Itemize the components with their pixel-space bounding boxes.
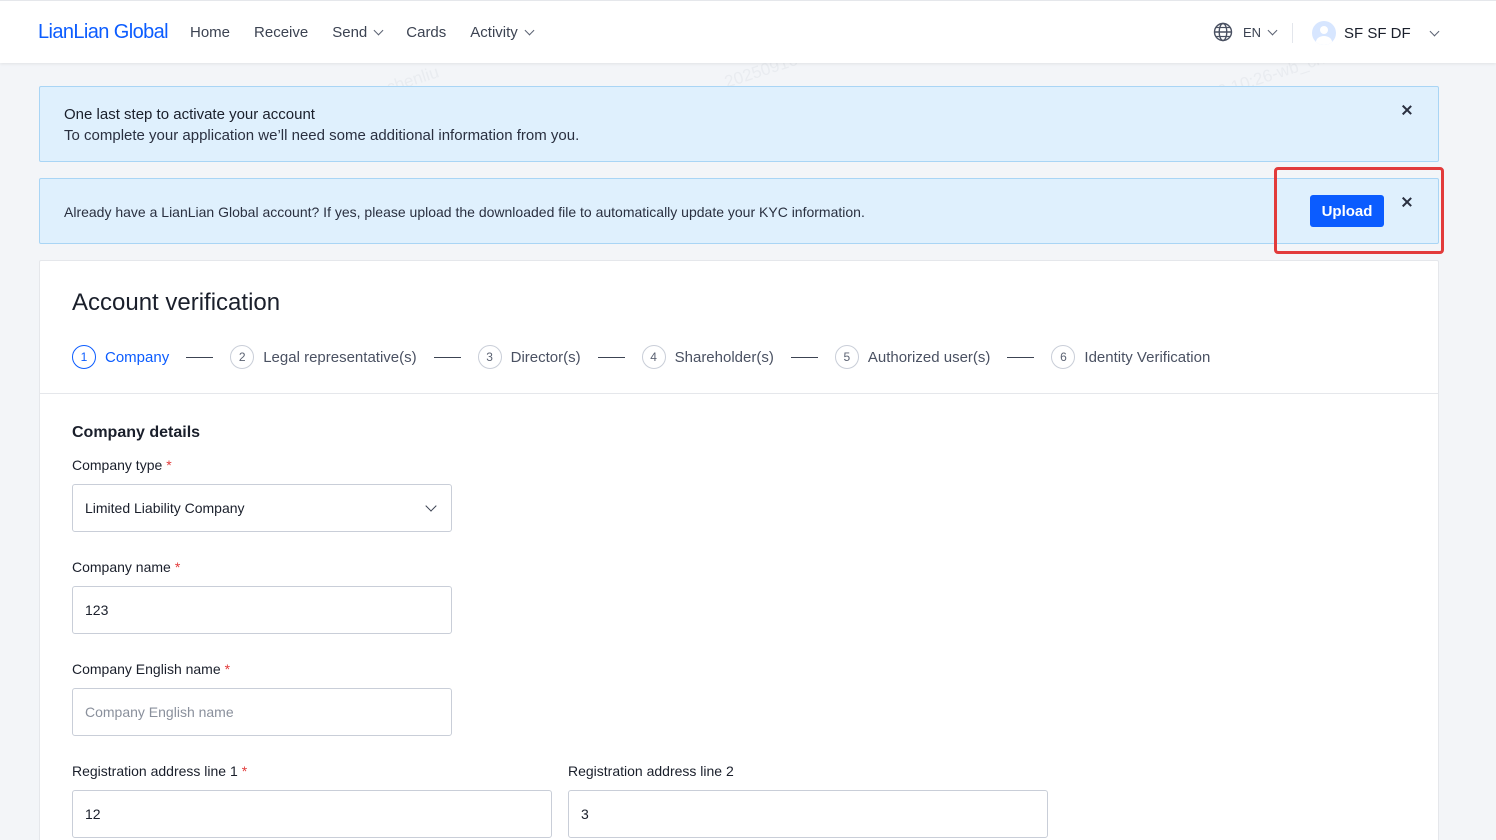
required-mark: *	[166, 457, 172, 473]
step-connector	[433, 356, 461, 358]
chevron-down-icon	[425, 500, 437, 512]
step-connector	[186, 356, 214, 358]
nav-receive-label: Receive	[254, 24, 309, 41]
address-line-2-label-text: Registration address line 2	[568, 763, 734, 779]
address-line-2-value: 3	[581, 806, 589, 822]
step-label: Authorized user(s)	[867, 348, 991, 366]
company-english-name-label: Company English name *	[72, 661, 230, 677]
step-authorized-users[interactable]: 5 Authorized user(s)	[834, 345, 991, 369]
company-type-label: Company type *	[72, 457, 172, 473]
step-number: 4	[641, 345, 666, 369]
step-number: 2	[230, 345, 255, 369]
company-name-label-text: Company name	[72, 559, 171, 575]
globe-icon	[1213, 22, 1233, 42]
step-company[interactable]: 1 Company	[72, 345, 169, 369]
highlight-annotation	[1274, 167, 1444, 254]
kyc-upload-banner: Already have a LianLian Global account? …	[39, 178, 1439, 244]
step-number: 3	[477, 345, 502, 369]
chevron-down-icon	[1429, 26, 1440, 36]
company-english-name-placeholder: Company English name	[85, 704, 234, 720]
address-line-1-input[interactable]: 12	[72, 790, 552, 838]
company-english-name-input[interactable]: Company English name	[72, 688, 452, 736]
nav-activity-label: Activity	[470, 24, 518, 41]
step-connector	[1007, 356, 1035, 358]
address-line-1-value: 12	[85, 806, 101, 822]
step-label: Company	[105, 348, 170, 366]
step-connector	[790, 356, 818, 358]
nav-receive[interactable]: Receive	[254, 24, 308, 41]
required-mark: *	[241, 763, 248, 779]
nav-home-label: Home	[190, 24, 231, 41]
language-selector[interactable]: EN	[1213, 22, 1278, 42]
step-connector	[597, 356, 625, 358]
chevron-down-icon	[1267, 25, 1278, 35]
required-mark: *	[174, 559, 181, 575]
avatar	[1312, 21, 1336, 45]
company-type-select[interactable]: Limited Liability Company	[72, 484, 452, 532]
step-number: 5	[834, 345, 859, 369]
nav-home[interactable]: Home	[190, 24, 230, 41]
main-nav: Home Receive Send Cards Activity	[190, 1, 557, 64]
step-number: 6	[1051, 345, 1076, 369]
nav-send[interactable]: Send	[332, 24, 384, 41]
step-identity-verification[interactable]: 6 Identity Verification	[1051, 345, 1210, 369]
nav-cards[interactable]: Cards	[406, 24, 446, 41]
step-legal-representatives[interactable]: 2 Legal representative(s)	[230, 345, 417, 369]
user-name: SF SF DF	[1344, 24, 1411, 42]
step-label: Shareholder(s)	[674, 348, 774, 366]
top-navigation-bar: LianLian Global Home Receive Send Cards …	[0, 0, 1496, 63]
header-divider	[1292, 23, 1293, 43]
company-name-label: Company name *	[72, 559, 180, 575]
address-line-1-label-text: Registration address line 1	[72, 763, 238, 779]
verification-stepper: 1 Company 2 Legal representative(s) 3 Di…	[72, 345, 1210, 369]
step-number: 1	[72, 345, 96, 369]
page-title: Account verification	[72, 289, 281, 316]
company-type-value: Limited Liability Company	[85, 500, 245, 516]
company-english-name-label-text: Company English name	[72, 661, 221, 677]
section-title-company-details: Company details	[72, 424, 201, 441]
divider	[40, 393, 1438, 394]
required-mark: *	[224, 661, 231, 677]
address-line-1-label: Registration address line 1 *	[72, 763, 247, 779]
company-name-value: 123	[85, 602, 109, 618]
nav-activity[interactable]: Activity	[470, 24, 535, 41]
address-line-2-label: Registration address line 2	[568, 763, 734, 779]
activation-banner-title: One last step to activate your account	[64, 106, 315, 123]
step-shareholders[interactable]: 4 Shareholder(s)	[641, 345, 774, 369]
lianlian-logo[interactable]: LianLian Global	[38, 21, 169, 44]
company-name-input[interactable]: 123	[72, 586, 452, 634]
kyc-upload-banner-text: Already have a LianLian Global account? …	[64, 204, 865, 220]
company-type-label-text: Company type	[72, 457, 163, 473]
nav-cards-label: Cards	[406, 24, 447, 41]
chevron-down-icon	[524, 25, 535, 36]
user-menu[interactable]: SF SF DF	[1312, 21, 1440, 45]
step-label: Director(s)	[510, 348, 581, 366]
step-label: Identity Verification	[1084, 348, 1211, 366]
step-label: Legal representative(s)	[263, 348, 417, 366]
address-line-2-input[interactable]: 3	[568, 790, 1048, 838]
language-label: EN	[1243, 24, 1262, 40]
nav-send-label: Send	[332, 24, 368, 41]
activation-banner-subtitle: To complete your application we’ll need …	[64, 127, 580, 144]
activation-banner: One last step to activate your account T…	[39, 86, 1439, 162]
chevron-down-icon	[373, 25, 384, 36]
close-icon[interactable]	[1400, 103, 1414, 117]
step-directors[interactable]: 3 Director(s)	[477, 345, 581, 369]
account-verification-card: Account verification 1 Company 2 Legal r…	[39, 260, 1439, 840]
